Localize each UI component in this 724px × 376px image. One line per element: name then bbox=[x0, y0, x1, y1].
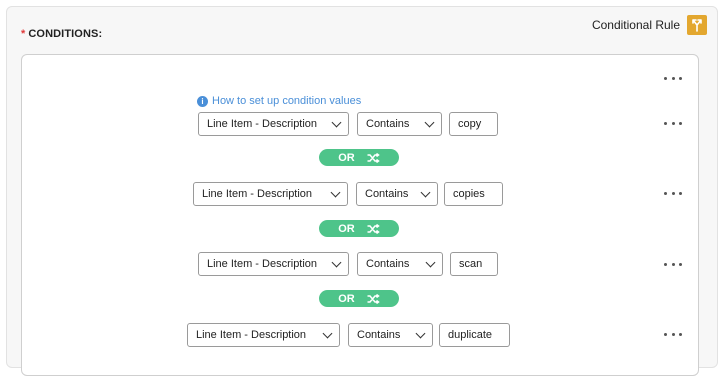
operator-select-4[interactable]: Contains bbox=[348, 323, 433, 347]
field-select-3[interactable]: Line Item - Description bbox=[198, 252, 349, 276]
field-select-value: Line Item - Description bbox=[207, 118, 318, 130]
condition-more-menu-icon[interactable] bbox=[664, 261, 682, 267]
shuffle-icon bbox=[367, 223, 380, 234]
help-link-text: How to set up condition values bbox=[212, 95, 362, 107]
field-select-1[interactable]: Line Item - Description bbox=[198, 112, 349, 136]
chevron-down-icon bbox=[415, 328, 426, 338]
shuffle-icon bbox=[367, 152, 380, 163]
conditions-title: CONDITIONS: bbox=[28, 28, 103, 40]
chevron-down-icon bbox=[420, 187, 431, 197]
group-more-menu-icon[interactable] bbox=[664, 75, 682, 81]
chevron-down-icon bbox=[331, 257, 342, 267]
field-select-value: Line Item - Description bbox=[202, 188, 313, 200]
condition-more-menu-icon[interactable] bbox=[664, 331, 682, 337]
field-select-2[interactable]: Line Item - Description bbox=[193, 182, 348, 206]
operator-select-3[interactable]: Contains bbox=[357, 252, 443, 276]
chevron-down-icon bbox=[424, 117, 435, 127]
operator-select-value: Contains bbox=[357, 329, 401, 341]
info-icon: i bbox=[197, 95, 208, 107]
value-input-4[interactable]: duplicate bbox=[439, 323, 510, 347]
operator-select-value: Contains bbox=[366, 118, 410, 130]
chevron-down-icon bbox=[330, 187, 341, 197]
condition-more-menu-icon[interactable] bbox=[664, 120, 682, 126]
chevron-down-icon bbox=[331, 117, 342, 127]
field-select-4[interactable]: Line Item - Description bbox=[187, 323, 340, 347]
or-connector-2[interactable]: OR bbox=[319, 220, 399, 237]
help-link[interactable]: i How to set up condition values bbox=[197, 95, 361, 107]
field-select-value: Line Item - Description bbox=[207, 258, 318, 270]
operator-select-1[interactable]: Contains bbox=[357, 112, 442, 136]
value-input-1[interactable]: copy bbox=[449, 112, 498, 136]
conditions-heading: * CONDITIONS: bbox=[21, 28, 102, 40]
or-connector-1[interactable]: OR bbox=[319, 149, 399, 166]
condition-more-menu-icon[interactable] bbox=[664, 190, 682, 196]
operator-select-2[interactable]: Contains bbox=[356, 182, 438, 206]
required-mark: * bbox=[21, 28, 26, 40]
field-select-value: Line Item - Description bbox=[196, 329, 307, 341]
chevron-down-icon bbox=[425, 257, 436, 267]
or-label: OR bbox=[338, 151, 355, 164]
or-connector-3[interactable]: OR bbox=[319, 290, 399, 307]
value-input-2[interactable]: copies bbox=[444, 182, 503, 206]
value-input-3[interactable]: scan bbox=[450, 252, 498, 276]
conditional-rule-label: Conditional Rule bbox=[591, 18, 680, 32]
branch-icon[interactable] bbox=[687, 15, 707, 35]
chevron-down-icon bbox=[322, 328, 333, 338]
operator-select-value: Contains bbox=[366, 258, 410, 270]
shuffle-icon bbox=[367, 293, 380, 304]
or-label: OR bbox=[338, 222, 355, 235]
operator-select-value: Contains bbox=[365, 188, 409, 200]
or-label: OR bbox=[338, 292, 355, 305]
